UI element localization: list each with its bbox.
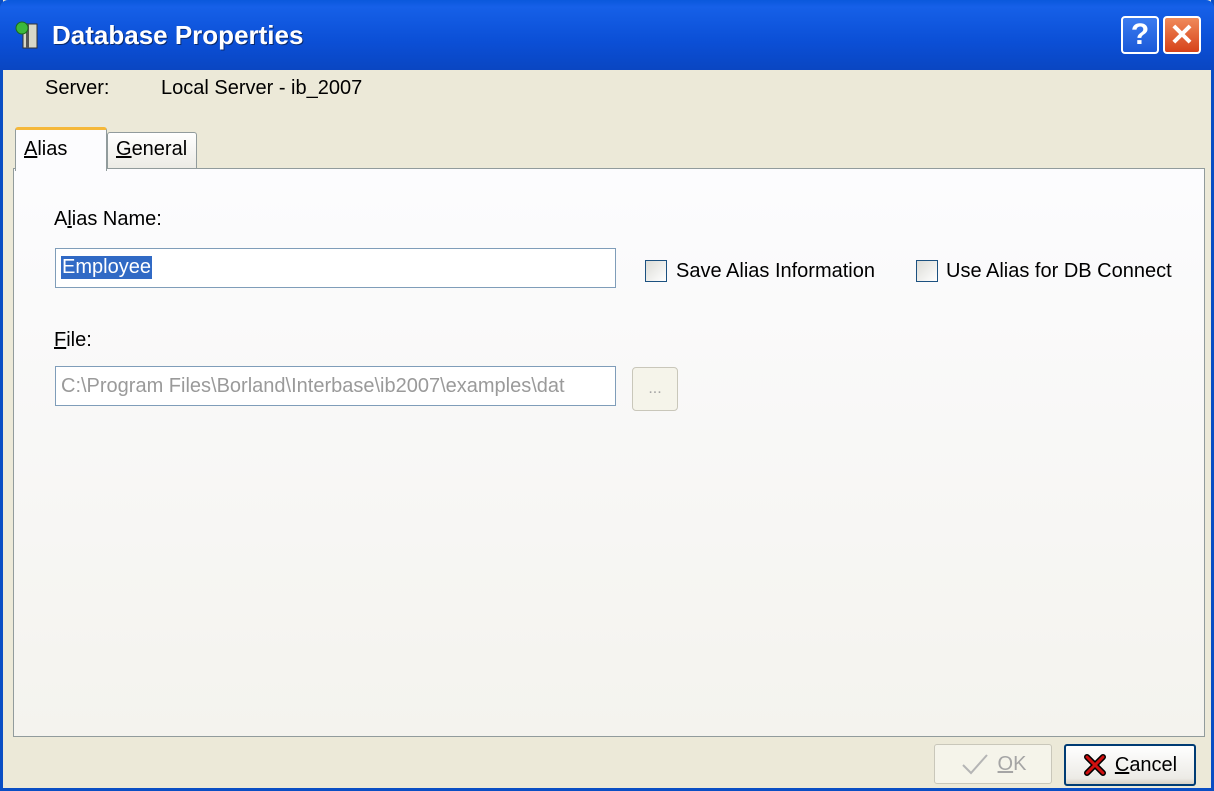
- close-button[interactable]: ✕: [1163, 16, 1201, 54]
- alias-name-input[interactable]: Employee: [55, 248, 616, 288]
- tab-general[interactable]: General: [107, 132, 197, 168]
- database-properties-dialog: Database Properties ? ✕ Server: Local Se…: [0, 0, 1214, 791]
- server-label: Server:: [45, 77, 110, 99]
- ok-label: OK: [997, 752, 1027, 775]
- database-icon: [15, 21, 38, 49]
- alias-name-label: Alias Name:: [54, 208, 162, 230]
- use-alias-label[interactable]: Use Alias for DB Connect: [946, 260, 1172, 283]
- help-button[interactable]: ?: [1121, 16, 1159, 54]
- ok-button[interactable]: OK: [934, 744, 1052, 784]
- red-x-icon: [1083, 754, 1106, 776]
- tab-general-mnemonic: G: [116, 138, 132, 160]
- title-bar[interactable]: Database Properties ? ✕: [0, 0, 1214, 70]
- use-alias-checkbox[interactable]: [916, 260, 938, 282]
- alias-tab-panel: Alias Name: Employee Save Alias Informat…: [13, 168, 1205, 737]
- tab-general-label: eneral: [131, 138, 188, 160]
- cancel-button[interactable]: Cancel: [1064, 744, 1196, 786]
- tab-alias-mnemonic: A: [24, 138, 38, 160]
- save-alias-label[interactable]: Save Alias Information: [676, 260, 875, 283]
- tab-alias[interactable]: Alias: [15, 127, 107, 171]
- close-icon: ✕: [1169, 18, 1195, 52]
- cancel-label: Cancel: [1114, 753, 1178, 776]
- tab-alias-label: lias: [37, 138, 68, 160]
- help-icon: ?: [1130, 18, 1150, 51]
- file-path-value: C:\Program Files\Borland\Interbase\ib200…: [61, 375, 565, 397]
- file-label: File:: [54, 329, 92, 351]
- server-value: Local Server - ib_2007: [161, 77, 363, 99]
- browse-button[interactable]: ...: [632, 367, 678, 411]
- file-path-input[interactable]: C:\Program Files\Borland\Interbase\ib200…: [55, 366, 616, 406]
- save-alias-checkbox[interactable]: [645, 260, 667, 282]
- window-title: Database Properties: [52, 20, 304, 50]
- alias-name-value: Employee: [61, 256, 152, 279]
- checkmark-icon: [961, 754, 988, 775]
